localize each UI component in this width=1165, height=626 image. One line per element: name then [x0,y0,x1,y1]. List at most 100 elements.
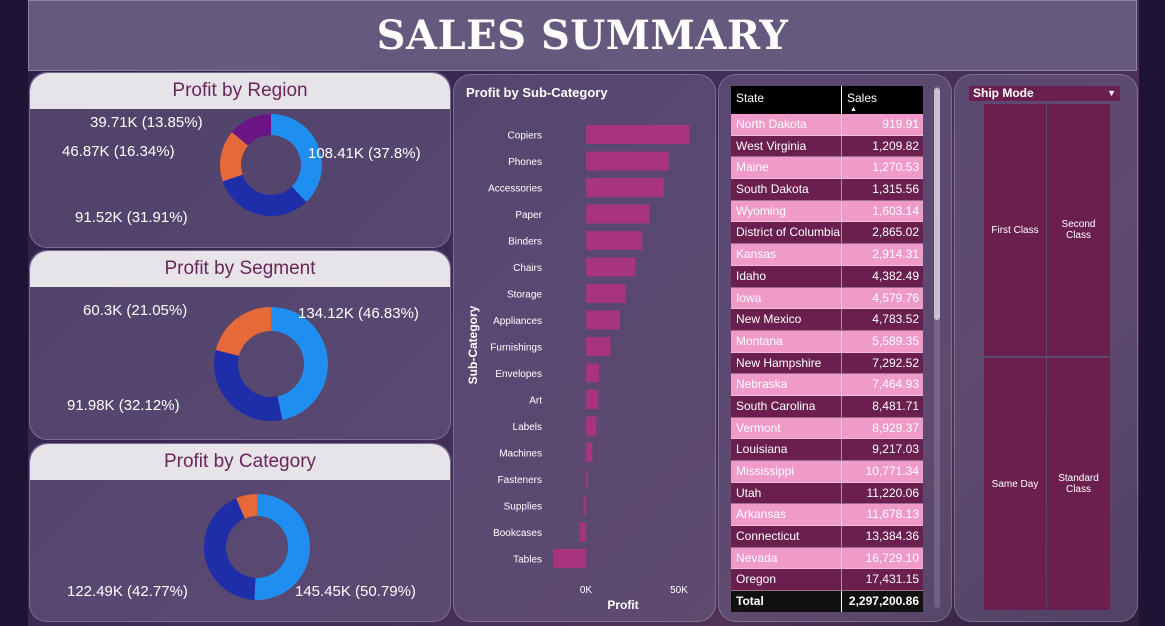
table-row[interactable]: Oregon 17,431.15 [731,569,923,592]
table-row[interactable]: Wyoming 1,603.14 [731,200,923,223]
table-row[interactable]: South Dakota 1,315.56 [731,179,923,201]
table-row[interactable]: Vermont 8,929.37 [731,417,923,440]
bar[interactable] [553,549,586,568]
table-row[interactable]: Arkansas 11,678.13 [731,504,923,527]
donut-data-label: 134.12K (46.83%) [298,305,419,322]
table-row[interactable]: Maine 1,270.53 [731,157,923,180]
table-row[interactable]: New Hampshire 7,292.52 [731,352,923,375]
bar-chart-title: Profit by Sub-Category [466,85,608,100]
state-cell: Utah [731,482,842,504]
bar[interactable] [586,257,636,277]
table-row[interactable]: Nevada 16,729.10 [731,547,923,570]
bar[interactable] [586,178,664,197]
sales-cell: 5,589.35 [872,333,919,348]
bar[interactable] [586,231,643,250]
right-frame [1139,0,1165,626]
table-row[interactable]: South Carolina 8,481.71 [731,395,923,418]
sales-cell: 11,678.13 [866,507,920,522]
table-row[interactable]: Connecticut 13,384.36 [731,526,923,548]
table-scrollbar[interactable] [934,86,940,608]
ship-tile-standard-class[interactable]: Standard Class [1047,358,1110,610]
ship-mode-card [954,74,1138,622]
bar-category-label: Tables [513,555,542,566]
table-row[interactable]: District of Columbia 2,865.02 [731,222,923,245]
table-row[interactable]: North Dakota 919.91 [731,114,923,136]
donut-slice[interactable] [215,307,271,356]
ship-tile-label: Same Day [991,478,1039,490]
table-scroll-thumb[interactable] [934,88,940,320]
header-state[interactable]: State [731,86,842,114]
category-donut-card: Profit by Category 145.45K (50.79%) 122.4… [29,443,451,622]
title-bar: SALES SUMMARY [28,0,1137,71]
bar-category-label: Bookcases [493,528,542,539]
state-cell: Vermont [731,417,842,439]
subcategory-bar-card: Profit by Sub-Category Copiers Phones Acces… [453,74,716,622]
table-row[interactable]: West Virginia 1,209.82 [731,135,923,158]
bar[interactable] [583,496,586,515]
table-row[interactable]: Louisiana 9,217.03 [731,439,923,461]
total-label: Total [731,591,842,613]
donut-data-label: 145.45K (50.79%) [295,583,416,600]
sales-table: State Sales ▲ North Dakota 919.91 West Vir… [731,86,923,613]
sales-cell: 10,771.34 [865,464,919,478]
donut-slice[interactable] [222,174,307,216]
x-tick-label: 50K [670,585,688,596]
table-row[interactable]: Utah 11,220.06 [731,482,923,505]
table-row[interactable]: Mississippi 10,771.34 [731,461,923,483]
region-donut-card: Profit by Region 108.41K (37.8%) 91.52K (… [29,72,451,248]
header-sales[interactable]: Sales ▲ [842,86,923,114]
table-row[interactable]: Montana 5,589.35 [731,330,923,353]
bar[interactable] [586,363,599,383]
bar[interactable] [586,284,626,303]
region-donut-chart: 108.41K (37.8%) 91.52K (31.91%) 46.87K (16… [62,114,421,226]
table-row[interactable]: Nebraska 7,464.93 [731,374,923,396]
state-cell: Nebraska [731,374,842,395]
bar-category-label: Chairs [513,263,542,274]
sales-cell: 1,209.82 [872,138,919,153]
bar-category-label: Accessories [488,184,542,195]
bar[interactable] [586,151,669,171]
sales-cell: 9,217.03 [872,442,919,457]
sales-cell: 7,464.93 [872,377,919,392]
bar[interactable] [586,416,597,436]
bar-category-label: Fasteners [498,475,542,486]
table-row[interactable]: Kansas 2,914.31 [731,244,923,266]
x-tick-label: 0K [580,585,593,596]
bar[interactable] [586,125,690,144]
bar-category-label: Appliances [493,316,542,327]
state-cell: Mississippi [731,461,842,482]
bar[interactable] [586,443,593,462]
state-cell: District of Columbia [731,222,842,244]
state-cell: Montana [731,330,842,352]
table-row[interactable]: New Mexico 4,783.52 [731,309,923,331]
donut-data-label: 46.87K (16.34%) [62,143,175,160]
donut-slice[interactable] [214,350,283,421]
table-row[interactable]: Iowa 4,579.76 [731,287,923,310]
bar-category-label: Machines [499,449,542,460]
x-axis-label: Profit [607,598,638,612]
bar[interactable] [586,390,599,409]
ship-tile-label: First Class [991,224,1039,236]
state-cell: Nevada [731,547,842,569]
total-value: 2,297,200.86 [848,594,919,609]
table-row[interactable]: Idaho 4,382.49 [731,265,923,288]
sales-cell: 1,315.56 [872,182,919,197]
ship-tile-same-day[interactable]: Same Day [984,358,1046,610]
chevron-down-icon: ▼ [1107,88,1116,98]
bar[interactable] [586,337,611,356]
sort-ascending-icon: ▲ [850,106,857,113]
segment-donut-card: Profit by Segment 134.12K (46.83%) 91.98K… [29,250,451,440]
bar[interactable] [586,310,620,330]
sales-cell: 7,292.52 [872,355,919,370]
state-cell: New Mexico [731,309,842,330]
ship-tile-label: Second Class [1061,219,1096,241]
ship-tile-second-class[interactable]: Second Class [1047,104,1110,356]
ship-tile-first-class[interactable]: First Class [984,104,1046,356]
donut-data-label: 122.49K (42.77%) [67,583,188,600]
bar-category-label: Binders [508,237,542,248]
ship-mode-dropdown[interactable]: Ship Mode ▼ [969,86,1120,101]
bar[interactable] [579,522,586,542]
donut-slice[interactable] [271,307,328,420]
bar[interactable] [586,204,650,224]
bar[interactable] [586,469,588,489]
